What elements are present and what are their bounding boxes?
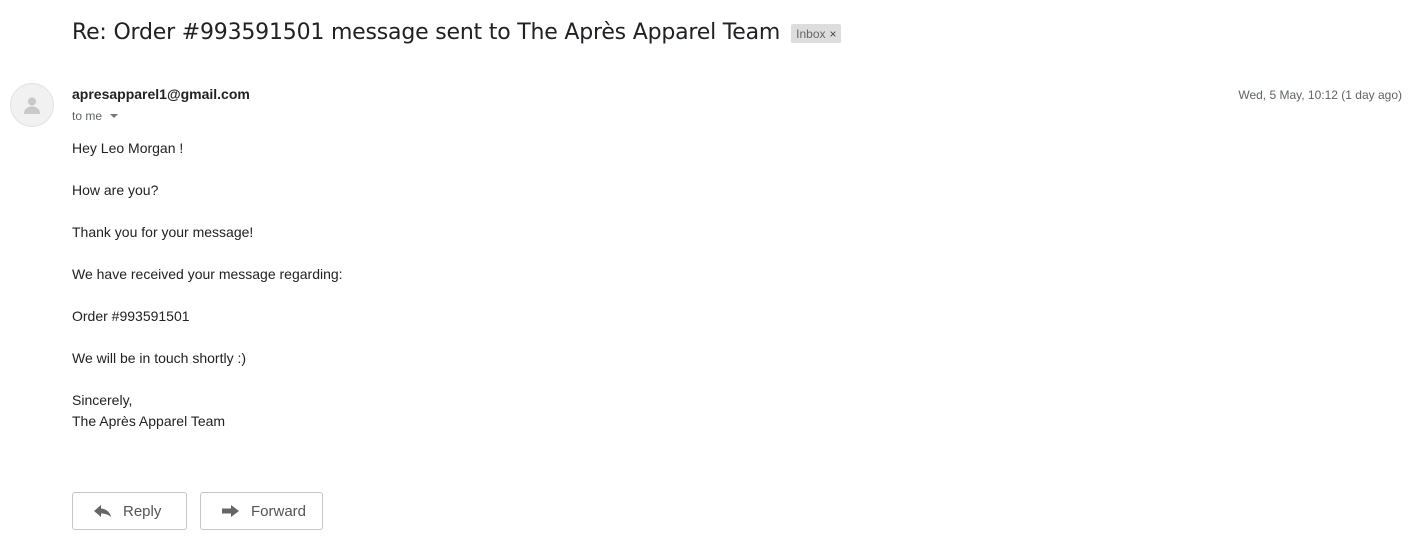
recipient-line[interactable]: to me [72, 109, 119, 123]
body-line: We have received your message regarding: [72, 266, 343, 282]
reply-arrow-icon [93, 504, 113, 518]
email-body: Hey Leo Morgan ! How are you? Thank you fo… [72, 138, 343, 432]
recipient-text: to me [72, 109, 103, 123]
email-actions: Reply Forward [72, 492, 336, 530]
body-line: Hey Leo Morgan ! [72, 140, 184, 156]
inbox-label-chip[interactable]: Inbox × [791, 24, 841, 43]
reply-label: Reply [123, 502, 162, 520]
forward-button[interactable]: Forward [200, 492, 323, 530]
inbox-label-text: Inbox [796, 26, 826, 41]
body-line: Sincerely, [72, 392, 133, 408]
forward-arrow-icon [221, 504, 241, 518]
body-line: Order #993591501 [72, 308, 190, 324]
sender-avatar [10, 83, 54, 127]
body-line: The Après Apparel Team [72, 413, 226, 429]
subject-row: Re: Order #993591501 message sent to The… [72, 20, 841, 45]
reply-button[interactable]: Reply [72, 492, 187, 530]
forward-label: Forward [251, 502, 307, 520]
email-subject: Re: Order #993591501 message sent to The… [72, 20, 781, 45]
caret-down-icon[interactable] [110, 114, 119, 118]
person-icon [24, 97, 40, 114]
remove-label-icon[interactable]: × [830, 27, 837, 41]
body-line: Thank you for your message! [72, 224, 254, 240]
body-line: How are you? [72, 182, 159, 198]
email-date: Wed, 5 May, 10:12 (1 day ago) [1238, 88, 1402, 102]
body-line: We will be in touch shortly :) [72, 350, 247, 366]
sender-address[interactable]: apresapparel1@gmail.com [72, 86, 250, 102]
